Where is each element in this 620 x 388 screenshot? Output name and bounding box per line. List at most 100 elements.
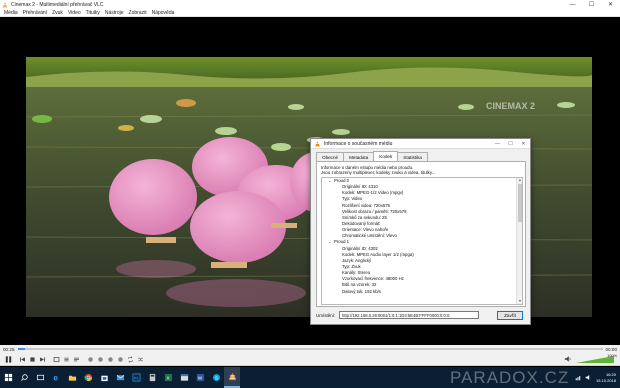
vlc-cone-icon (228, 372, 236, 381)
skype-icon: S (212, 374, 220, 381)
frame-step-button[interactable] (116, 355, 125, 364)
menu-media[interactable]: Média (4, 10, 18, 16)
location-label: Umístění: (316, 312, 336, 318)
windows-logo-icon (4, 373, 12, 382)
skip-next-icon (40, 356, 45, 362)
close-button[interactable]: ✕ (601, 0, 620, 9)
remaining-time[interactable]: 00:00 (603, 347, 620, 352)
tab-general[interactable]: Obecné (316, 152, 345, 161)
taskbar-vlc[interactable] (224, 367, 240, 388)
taskbar-mail[interactable] (112, 367, 128, 388)
dialog-maximize-button[interactable]: ☐ (504, 139, 517, 149)
network-icon[interactable] (575, 374, 582, 381)
record-button[interactable] (96, 355, 105, 364)
camera-icon (88, 356, 93, 362)
search-icon (20, 374, 28, 381)
pause-button[interactable] (2, 354, 14, 365)
taskbar-explorer[interactable] (64, 367, 80, 388)
snapshot-button[interactable] (86, 355, 95, 364)
svg-text:e: e (53, 374, 58, 382)
speaker-icon[interactable] (585, 374, 592, 381)
video-area[interactable]: CINEMAX 2 Informace o současném médiu — … (0, 17, 620, 345)
edge-browser-icon: e (53, 374, 58, 382)
vlc-cone-icon (315, 140, 320, 146)
loop-ab-button[interactable] (106, 355, 115, 364)
stream-label: Proud 1 (334, 239, 350, 245)
title-bar: Cinemax 2 - Multimediální přehrávač VLC … (0, 0, 620, 9)
system-tray: 16:20 15.10.2018 (575, 367, 616, 388)
skip-previous-icon (20, 356, 25, 362)
next-button[interactable] (38, 355, 47, 364)
taskbar-edge[interactable]: e (48, 367, 64, 388)
taskbar-chrome[interactable] (80, 367, 96, 388)
codec-tree[interactable]: ⌄ Proud 0 Originální ID: 4310 Kodek: MPEG… (321, 177, 523, 305)
dialog-close-action-button[interactable]: Zavřít (497, 310, 523, 320)
shuffle-button[interactable] (136, 355, 145, 364)
playlist-icon (74, 357, 79, 361)
taskbar-app[interactable] (176, 367, 192, 388)
menu-bar: Média Přehrávání Zvuk Video Titulky Nást… (0, 9, 620, 17)
loop-ab-icon (108, 356, 113, 362)
frame-step-icon (118, 356, 123, 362)
dialog-title-bar: Informace o současném médiu — ☐ ✕ (311, 139, 530, 149)
dialog-close-button[interactable]: ✕ (517, 139, 530, 149)
taskbar-calculator[interactable] (144, 367, 160, 388)
loop-button[interactable] (126, 355, 135, 364)
tab-metadata[interactable]: Metadata (343, 152, 375, 161)
menu-video[interactable]: Video (68, 10, 81, 16)
location-field[interactable]: http://192.168.0.26:8001/1:0:1:1D3:5E4B:… (339, 311, 479, 319)
menu-audio[interactable]: Zvuk (52, 10, 63, 16)
calculator-icon (149, 373, 155, 382)
scrollbar-thumb[interactable] (518, 184, 522, 222)
taskbar-excel[interactable]: X (160, 367, 176, 388)
svg-text:S: S (215, 375, 218, 380)
svg-text:Ps: Ps (133, 375, 138, 380)
search-button[interactable] (16, 367, 32, 388)
task-view-button[interactable] (32, 367, 48, 388)
tree-property: Datový tok: 192 kb/s (342, 288, 381, 294)
media-info-dialog: Informace o současném médiu — ☐ ✕ Obecné… (310, 138, 531, 325)
menu-playback[interactable]: Přehrávání (23, 10, 47, 16)
location-row: Umístění: http://192.168.0.26:8001/1:0:1… (316, 310, 527, 320)
photoshop-icon: Ps (132, 373, 140, 382)
taskbar-photoshop[interactable]: Ps (128, 367, 144, 388)
scroll-down-icon[interactable]: ▼ (517, 299, 522, 304)
menu-tools[interactable]: Nástroje (105, 10, 124, 16)
stop-icon (30, 356, 35, 362)
record-icon (98, 356, 103, 362)
previous-button[interactable] (18, 355, 27, 364)
taskbar-store[interactable] (96, 367, 112, 388)
tab-statistics[interactable]: Statistika (397, 152, 428, 161)
dialog-tabs: Obecné Metadata Kodek Statistika (316, 151, 428, 161)
elapsed-time: 00:25 (3, 346, 15, 352)
seek-bar[interactable] (17, 348, 603, 350)
menu-view[interactable]: Zobrazit (129, 10, 147, 16)
menu-subtitles[interactable]: Titulky (86, 10, 100, 16)
playlist-button[interactable] (72, 355, 81, 364)
seek-progress (17, 348, 25, 350)
excel-icon: X (164, 373, 172, 382)
tab-codec[interactable]: Kodek (373, 151, 399, 161)
start-button[interactable] (0, 367, 16, 388)
clock[interactable]: 16:20 15.10.2018 (596, 372, 616, 383)
minimize-button[interactable]: — (563, 0, 582, 9)
scroll-up-icon[interactable]: ▲ (517, 178, 522, 183)
mail-icon (116, 374, 124, 381)
description-line: Jsou zobrazeny multiplexer, kodeky zvuku… (321, 170, 436, 176)
maximize-button[interactable]: ☐ (582, 0, 601, 9)
volume-icon[interactable] (564, 355, 572, 363)
stop-button[interactable] (28, 355, 37, 364)
tree-scrollbar[interactable]: ▲ ▼ (516, 178, 522, 304)
fullscreen-icon (53, 356, 60, 362)
taskbar-word[interactable]: W (192, 367, 208, 388)
extended-settings-button[interactable] (62, 355, 71, 364)
menu-help[interactable]: Nápověda (152, 10, 175, 16)
chrome-browser-icon (84, 373, 92, 382)
taskbar-skype[interactable]: S (208, 367, 224, 388)
stream-label: Proud 0 (334, 178, 350, 183)
task-view-icon (36, 374, 44, 381)
watermark: PARADOX.CZ (450, 368, 570, 387)
clock-date: 15.10.2018 (595, 377, 616, 383)
dialog-minimize-button[interactable]: — (491, 139, 504, 149)
fullscreen-button[interactable] (52, 355, 61, 364)
